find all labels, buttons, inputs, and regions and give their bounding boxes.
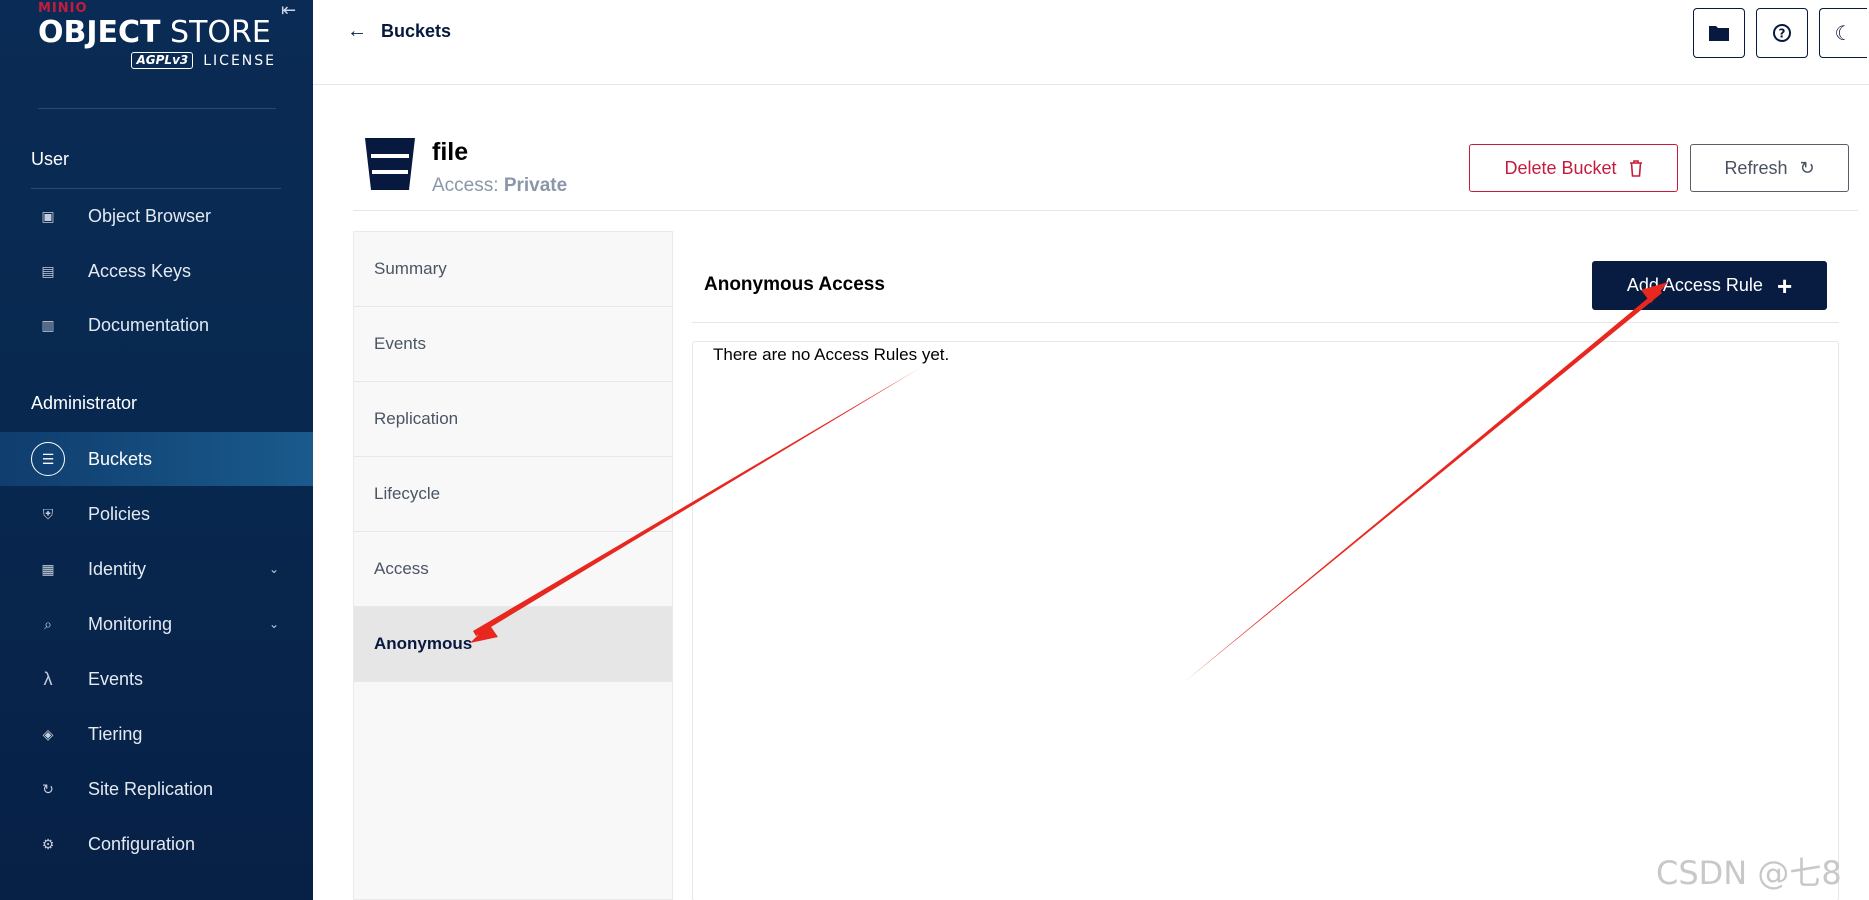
logo-product: OBJECT STORE: [38, 15, 271, 50]
object-browser-icon: ▣: [41, 207, 55, 224]
bucket-name: file: [432, 138, 469, 166]
logo-divider: [38, 108, 276, 109]
gear-icon: ⚙: [41, 835, 55, 852]
sidebar-item-object-browser[interactable]: ▣ Object Browser: [0, 189, 313, 243]
chevron-down-icon: ⌄: [268, 617, 279, 631]
sidebar-item-monitoring[interactable]: ⌕ Monitoring ⌄: [0, 597, 313, 651]
moon-icon: ☾: [1834, 22, 1853, 45]
refresh-button[interactable]: Refresh ↻: [1690, 144, 1849, 192]
sidebar-item-buckets[interactable]: ☰ Buckets: [0, 432, 313, 486]
bucket-icon: ☰: [31, 442, 65, 476]
content-title: Anonymous Access: [704, 274, 885, 295]
content-divider: [692, 322, 1839, 323]
refresh-icon: ↻: [1799, 157, 1815, 178]
empty-rules-message: There are no Access Rules yet.: [713, 345, 950, 364]
object-browser-button[interactable]: [1693, 8, 1745, 58]
help-button[interactable]: ?: [1756, 8, 1808, 58]
section-title-user: User: [31, 149, 70, 169]
sidebar-item-site-replication[interactable]: ↻ Site Replication: [0, 762, 313, 816]
collapse-sidebar-icon[interactable]: ⇤: [281, 0, 296, 21]
help-icon: ?: [1773, 24, 1791, 42]
trash-icon: [1629, 159, 1642, 177]
documentation-icon: ▥: [41, 316, 55, 333]
dark-mode-button[interactable]: ☾: [1819, 8, 1867, 58]
tab-access[interactable]: Access: [354, 532, 672, 607]
sidebar-item-access-keys[interactable]: ▤ Access Keys: [0, 244, 313, 298]
delete-bucket-button[interactable]: Delete Bucket: [1469, 144, 1678, 192]
tab-events[interactable]: Events: [354, 307, 672, 382]
tab-lifecycle[interactable]: Lifecycle: [354, 457, 672, 532]
chevron-down-icon: ⌄: [268, 562, 279, 576]
layers-icon: ◈: [42, 725, 54, 742]
sidebar: ⇤ MINIO OBJECT STORE AGPLv3 LICENSE User…: [0, 0, 313, 900]
svg-text:?: ?: [1779, 27, 1786, 41]
section-title-administrator: Administrator: [31, 393, 138, 413]
bucket-tabs: Summary Events Replication Lifecycle Acc…: [353, 231, 673, 900]
sidebar-item-policies[interactable]: ⛨ Policies: [0, 487, 313, 541]
sync-icon: ↻: [42, 780, 54, 797]
back-to-buckets-link[interactable]: ← Buckets: [347, 20, 451, 43]
monitoring-icon: ⌕: [44, 615, 52, 632]
sidebar-item-tiering[interactable]: ◈ Tiering: [0, 707, 313, 761]
bucket-access: Access: Private: [432, 175, 568, 196]
sidebar-item-documentation[interactable]: ▥ Documentation: [0, 298, 313, 352]
minio-logo: MINIO OBJECT STORE AGPLv3 LICENSE: [38, 0, 276, 69]
tab-summary[interactable]: Summary: [354, 232, 672, 307]
agpl-badge: AGPLv3: [131, 52, 194, 69]
identity-icon: ▦: [41, 560, 55, 577]
sidebar-item-configuration[interactable]: ⚙ Configuration: [0, 817, 313, 871]
sidebar-item-events[interactable]: λ Events: [0, 652, 313, 706]
arrow-left-icon: ←: [347, 20, 367, 42]
sidebar-item-identity[interactable]: ▦ Identity ⌄: [0, 542, 313, 596]
logo-license-row: AGPLv3 LICENSE: [38, 52, 276, 69]
top-bar: ← Buckets ? ☾: [313, 0, 1869, 85]
logo-license: LICENSE: [203, 52, 276, 69]
plus-icon: +: [1776, 270, 1793, 301]
bucket-large-icon: [365, 138, 415, 190]
csdn-watermark: CSDN @七8: [1656, 854, 1842, 892]
tab-anonymous[interactable]: Anonymous: [354, 607, 672, 682]
policies-icon: ⛨: [42, 505, 54, 522]
access-rules-list: [692, 341, 1839, 900]
lambda-icon: λ: [43, 668, 53, 689]
access-keys-icon: ▤: [41, 262, 55, 279]
tab-replication[interactable]: Replication: [354, 382, 672, 457]
folder-icon: [1709, 26, 1729, 41]
add-access-rule-button[interactable]: Add Access Rule +: [1592, 261, 1827, 310]
header-divider: [353, 210, 1858, 211]
